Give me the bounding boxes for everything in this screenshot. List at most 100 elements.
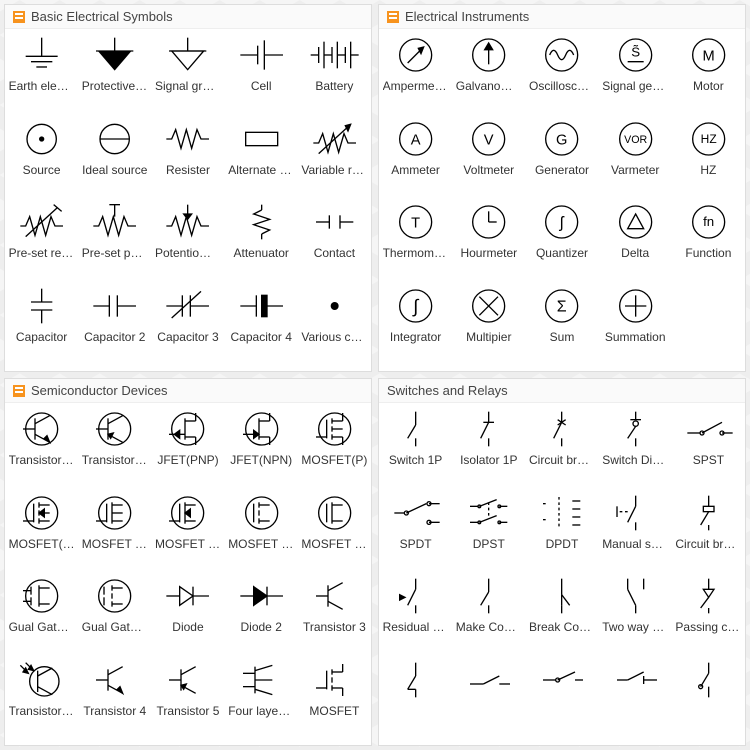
transistor-5-icon	[161, 660, 215, 700]
symbol-generator[interactable]: GGenerator	[525, 117, 598, 201]
symbol-ideal-source[interactable]: Ideal source	[78, 117, 151, 201]
jfet-pnp-icon	[161, 409, 215, 449]
symbol-capacitor[interactable]: Capacitor	[5, 284, 78, 368]
symbol-motor[interactable]: MMotor	[672, 33, 745, 117]
symbol-diode-2[interactable]: Diode 2	[225, 574, 298, 658]
symbol-diode[interactable]: Diode	[151, 574, 224, 658]
symbol-alternate-resistor[interactable]: Alternate resistor	[225, 117, 298, 201]
symbol-switch-disc[interactable]: Switch Disconnector	[599, 407, 672, 491]
panel-header-basic[interactable]: Basic Electrical Symbols	[5, 5, 371, 29]
symbol-spst[interactable]: SPST	[672, 407, 745, 491]
symbol-source[interactable]: Source	[5, 117, 78, 201]
symbol-resister[interactable]: Resister	[151, 117, 224, 201]
symbol-earth-electrode[interactable]: Earth electrode	[5, 33, 78, 117]
symbol-mosfet-p[interactable]: MOSFET(P)	[298, 407, 371, 491]
symbol-sum[interactable]: ΣSum	[525, 284, 598, 368]
symbol-battery[interactable]: Battery	[298, 33, 371, 117]
symbol-signal-gen[interactable]: S̃Signal generator	[599, 33, 672, 117]
svg-text:G: G	[556, 132, 567, 148]
symbol-delta[interactable]: Delta	[599, 200, 672, 284]
library-icon	[13, 385, 25, 397]
symbol-transistor-pnp[interactable]: Transistor PNP	[78, 407, 151, 491]
symbol-label: Multipier	[456, 330, 522, 344]
symbol-extra-5[interactable]	[672, 658, 745, 742]
passing-icon	[681, 576, 735, 616]
symbol-gual-gate-1[interactable]: Gual Gate P	[5, 574, 78, 658]
symbol-label: Gual Gate P	[9, 620, 75, 634]
symbol-label: Circuit breaker	[529, 453, 595, 467]
panel-header-switches[interactable]: Switches and Relays	[379, 379, 745, 403]
symbol-capacitor-4[interactable]: Capacitor 4	[225, 284, 298, 368]
symbol-protective-earth[interactable]: Protective earth	[78, 33, 151, 117]
symbol-label: Voltmeter	[456, 163, 522, 177]
symbol-residual[interactable]: Residual current	[379, 574, 452, 658]
symbol-extra-4[interactable]	[599, 658, 672, 742]
symbol-function[interactable]: fnFunction	[672, 200, 745, 284]
symbol-mosfet-4[interactable]: MOSFET N2	[298, 491, 371, 575]
symbol-capacitor-3[interactable]: Capacitor 3	[151, 284, 224, 368]
symbol-extra-1[interactable]	[379, 658, 452, 742]
symbol-switch-1p[interactable]: Switch 1P	[379, 407, 452, 491]
symbol-mosfet-i2[interactable]: MOSFET Ind N	[151, 491, 224, 575]
symbol-transistor-5[interactable]: Transistor 5	[151, 658, 224, 742]
symbol-cell[interactable]: Cell	[225, 33, 298, 117]
panel-switches: Switches and Relays Switch 1P Isolator 1…	[378, 378, 746, 746]
symbol-label: Gual Gate N	[82, 620, 148, 634]
symbol-mosfet-i1[interactable]: MOSFET Ind P	[78, 491, 151, 575]
symbol-extra-2[interactable]	[452, 658, 525, 742]
symbol-voltmeter[interactable]: VVoltmeter	[452, 117, 525, 201]
symbol-integrator[interactable]: ∫Integrator	[379, 284, 452, 368]
symbol-various-conn[interactable]: Various connections	[298, 284, 371, 368]
symbol-manual-switch[interactable]: Manual switch	[599, 491, 672, 575]
symbol-label: Delta	[602, 246, 668, 260]
symbol-varmeter[interactable]: VORVarmeter	[599, 117, 672, 201]
symbol-hz[interactable]: HZHZ	[672, 117, 745, 201]
symbol-dpst[interactable]: DPST	[452, 491, 525, 575]
symbol-galvanometer[interactable]: Galvanometer	[452, 33, 525, 117]
symbol-gual-gate-2[interactable]: Gual Gate N	[78, 574, 151, 658]
symbol-preset-resistor[interactable]: Pre-set resistor	[5, 200, 78, 284]
symbol-capacitor-2[interactable]: Capacitor 2	[78, 284, 151, 368]
symbol-ampermeter[interactable]: Ampermeter	[379, 33, 452, 117]
symbol-transistor-npn[interactable]: Transistor NPN	[5, 407, 78, 491]
symbol-circuit-breaker[interactable]: Circuit breaker	[525, 407, 598, 491]
symbol-two-way[interactable]: Two way contact	[599, 574, 672, 658]
symbol-multiplier[interactable]: Multipier	[452, 284, 525, 368]
symbol-variable-resistor[interactable]: Variable resistor	[298, 117, 371, 201]
symbol-oscilloscope[interactable]: Oscilloscope	[525, 33, 598, 117]
symbol-preset-pot[interactable]: Pre-set potentiometer	[78, 200, 151, 284]
symbol-label: Signal generator	[602, 79, 668, 93]
symbol-four-layer[interactable]: Four layer diode	[225, 658, 298, 742]
symbol-dpdt[interactable]: DPDT	[525, 491, 598, 575]
symbol-thermometer[interactable]: TThermometer	[379, 200, 452, 284]
mosfet-3-icon	[234, 493, 288, 533]
symbol-extra-3[interactable]	[525, 658, 598, 742]
symbol-mosfet-n[interactable]: MOSFET(N)	[5, 491, 78, 575]
symbol-mosfet-5[interactable]: MOSFET	[298, 658, 371, 742]
symbol-signal-ground[interactable]: Signal ground	[151, 33, 224, 117]
panel-title: Electrical Instruments	[405, 9, 529, 24]
symbol-passing[interactable]: Passing contact	[672, 574, 745, 658]
symbol-make-contact[interactable]: Make Contact	[452, 574, 525, 658]
symbol-jfet-npn[interactable]: JFET(NPN)	[225, 407, 298, 491]
symbol-ammeter[interactable]: AAmmeter	[379, 117, 452, 201]
symbol-circuit-br-2[interactable]: Circuit breaker 2	[672, 491, 745, 575]
symbol-transistor-4[interactable]: Transistor 4	[78, 658, 151, 742]
symbol-quantizer[interactable]: ʃQuantizer	[525, 200, 598, 284]
symbol-grid-instruments: Ampermeter Galvanometer Oscilloscope S̃S…	[379, 29, 745, 371]
symbol-break-contact[interactable]: Break Contact	[525, 574, 598, 658]
symbol-isolator-1p[interactable]: Isolator 1P	[452, 407, 525, 491]
symbol-potentiometer[interactable]: Potentiometer	[151, 200, 224, 284]
panel-header-semiconductor[interactable]: Semiconductor Devices	[5, 379, 371, 403]
symbol-contact[interactable]: Contact	[298, 200, 371, 284]
symbol-transistor-photo[interactable]: Transistor photo	[5, 658, 78, 742]
symbol-attenuator[interactable]: Attenuator	[225, 200, 298, 284]
symbol-summation[interactable]: Summation	[599, 284, 672, 368]
symbol-jfet-pnp[interactable]: JFET(PNP)	[151, 407, 224, 491]
symbol-transistor-3[interactable]: Transistor 3	[298, 574, 371, 658]
symbol-label: MOSFET N2	[301, 537, 367, 551]
symbol-spdt[interactable]: SPDT	[379, 491, 452, 575]
symbol-hourmeter[interactable]: Hourmeter	[452, 200, 525, 284]
symbol-mosfet-3[interactable]: MOSFET P2	[225, 491, 298, 575]
panel-header-instruments[interactable]: Electrical Instruments	[379, 5, 745, 29]
